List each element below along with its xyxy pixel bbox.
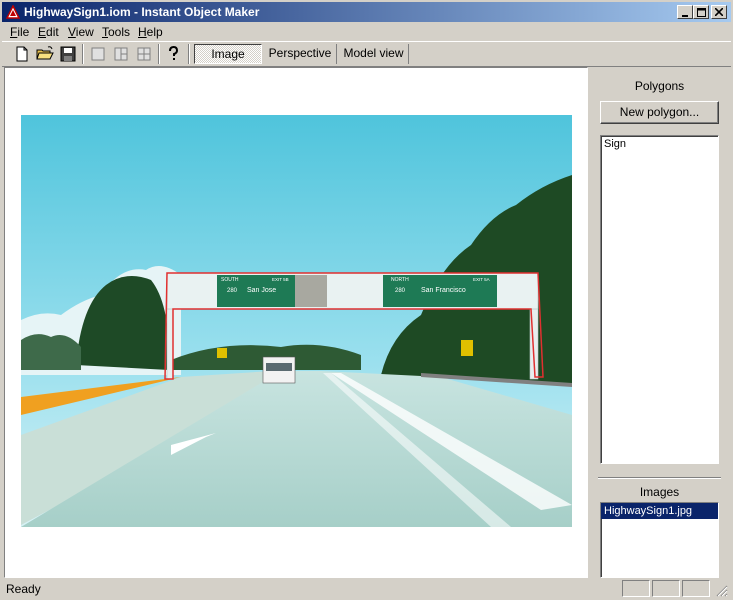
window-title: HighwaySign1.iom - Instant Object Maker [24, 5, 260, 19]
menu-edit-accelerator: E [38, 25, 47, 39]
close-button[interactable] [711, 5, 727, 19]
menu-edit[interactable]: Edit [38, 25, 59, 39]
north-sign-exit: EXIT 5A [473, 277, 490, 282]
status-pane [652, 580, 680, 597]
toolbar-separator [188, 44, 190, 64]
app-window: HighwaySign1.iom - Instant Object Maker … [0, 0, 733, 600]
quad-view-icon [137, 47, 151, 61]
toolbar-separator [82, 44, 84, 64]
image-canvas[interactable]: SOUTH EXIT 5B 280 San Jose NORTH EXIT 5A… [4, 67, 588, 578]
resize-grip-icon[interactable] [714, 583, 728, 597]
menu-view-rest: iew [75, 25, 94, 39]
status-text: Ready [6, 582, 41, 596]
single-view-button[interactable] [88, 44, 108, 64]
split-view-icon [114, 47, 128, 61]
north-sign-city: San Francisco [421, 287, 466, 294]
list-item-image-highwaysign1[interactable]: HighwaySign1.jpg [601, 503, 718, 519]
menu-help[interactable]: Help [138, 25, 163, 39]
menu-help-rest: elp [146, 25, 163, 39]
split-view-button[interactable] [111, 44, 131, 64]
north-sign-direction: NORTH [391, 277, 409, 283]
status-bar: Ready [2, 579, 731, 598]
status-pane [622, 580, 650, 597]
south-sign-city: San Jose [247, 287, 276, 294]
new-document-icon [16, 46, 28, 62]
menu-view-accelerator: V [68, 25, 76, 39]
maximize-button[interactable] [693, 5, 709, 19]
polygon-list[interactable]: Sign [600, 135, 719, 464]
north-sign-route: 280 [395, 288, 406, 294]
panel-divider [598, 477, 721, 479]
title-bar[interactable]: HighwaySign1.iom - Instant Object Maker [2, 2, 731, 22]
open-folder-button[interactable] [35, 44, 55, 64]
images-heading: Images [639, 485, 680, 499]
open-folder-icon [36, 46, 54, 60]
right-panel: Polygons New polygon... Sign Images High… [590, 67, 729, 578]
new-document-button[interactable] [12, 44, 32, 64]
south-sign-route: 280 [227, 288, 238, 294]
south-sign-direction: SOUTH [221, 277, 239, 283]
menu-file-rest: ile [17, 25, 30, 39]
polygons-heading: Polygons [634, 79, 685, 93]
menu-tools-rest: ools [108, 25, 131, 39]
menu-view[interactable]: View [68, 25, 94, 39]
photo-backdrop [21, 115, 572, 527]
tab-image[interactable]: Image [194, 44, 262, 64]
list-item-polygon-sign[interactable]: Sign [601, 136, 718, 152]
toolbar: Image Perspective Model view [2, 41, 731, 67]
toolbar-separator [158, 44, 160, 64]
app-logo-icon [6, 5, 20, 19]
menu-bar: File Edit View Tools Help [2, 22, 731, 41]
single-view-icon [91, 47, 105, 61]
tab-perspective[interactable]: Perspective [264, 44, 337, 64]
minimize-button[interactable] [677, 5, 693, 19]
south-sign-exit: EXIT 5B [272, 277, 289, 282]
save-disk-icon [60, 46, 76, 62]
quad-view-button[interactable] [134, 44, 154, 64]
menu-help-accelerator: H [138, 25, 147, 39]
menu-tools[interactable]: Tools [102, 25, 130, 39]
tab-model-view[interactable]: Model view [339, 44, 409, 64]
highway-photo[interactable]: SOUTH EXIT 5B 280 San Jose NORTH EXIT 5A… [21, 115, 572, 527]
minimize-icon [682, 15, 688, 17]
save-button[interactable] [58, 44, 78, 64]
maximize-icon [696, 8, 706, 17]
status-pane [682, 580, 710, 597]
help-question-icon [169, 45, 179, 60]
close-icon [714, 7, 724, 17]
new-polygon-button[interactable]: New polygon... [600, 101, 719, 124]
help-button[interactable] [163, 44, 183, 64]
menu-file[interactable]: File [10, 25, 29, 39]
menu-edit-rest: dit [46, 25, 59, 39]
image-list[interactable]: HighwaySign1.jpg [600, 502, 719, 578]
